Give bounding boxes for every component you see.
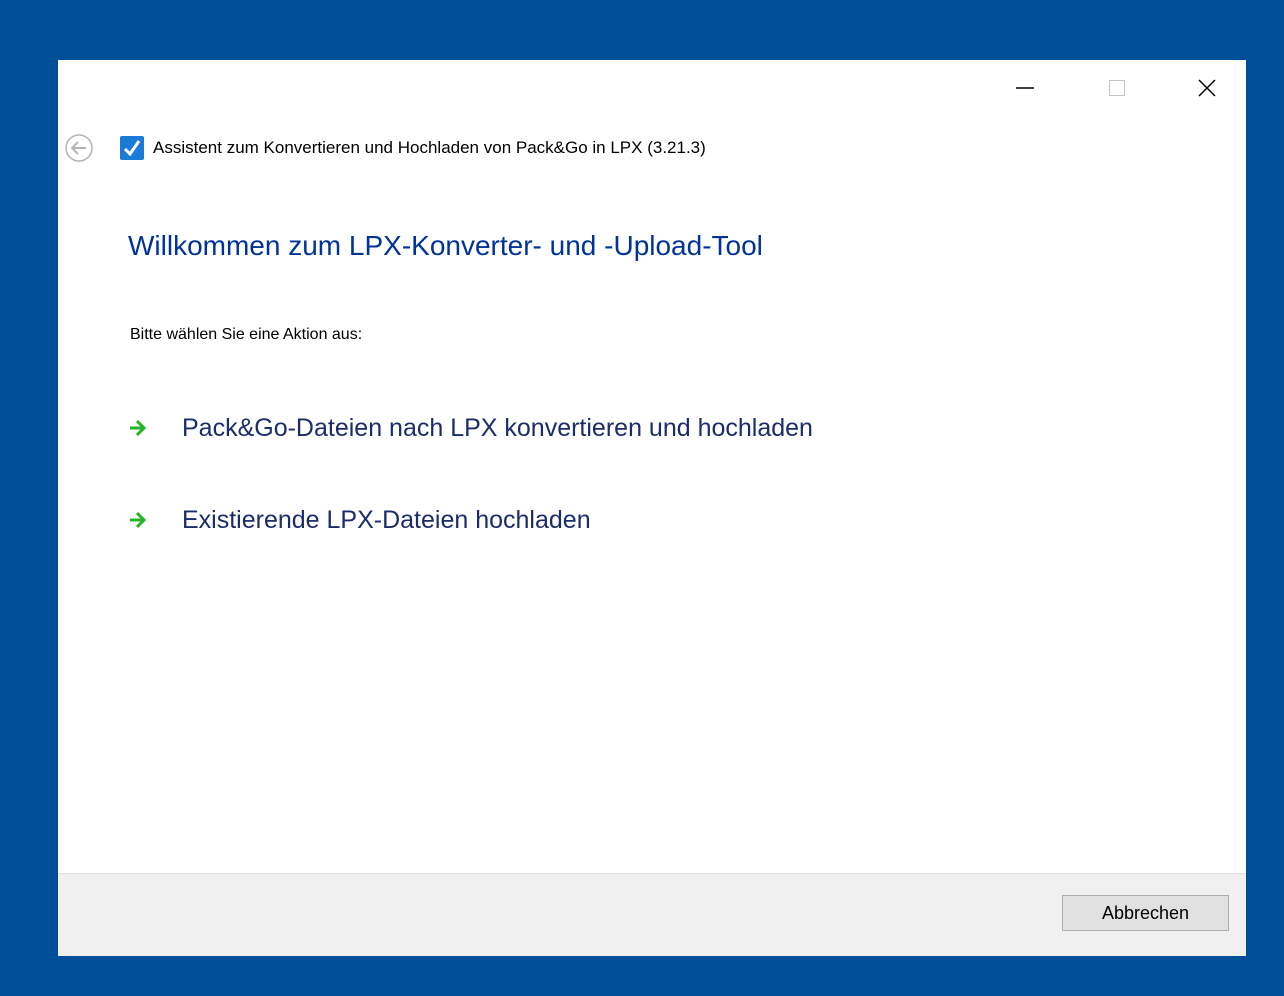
maximize-icon	[1109, 80, 1125, 96]
back-arrow-icon	[65, 134, 93, 162]
green-arrow-icon	[128, 508, 158, 532]
wizard-header: Assistent zum Konvertieren und Hochladen…	[62, 132, 706, 164]
instruction-text: Bitte wählen Sie eine Aktion aus:	[130, 326, 363, 343]
close-icon	[1198, 79, 1216, 97]
convert-and-upload-link[interactable]: Pack&Go-Dateien nach LPX konvertieren un…	[128, 408, 813, 448]
wizard-window: Assistent zum Konvertieren und Hochladen…	[58, 60, 1246, 956]
checkmark-icon	[120, 136, 144, 160]
page-title: Willkommen zum LPX-Konverter- und -Uploa…	[128, 230, 763, 261]
minimize-button[interactable]	[1002, 60, 1048, 116]
green-arrow-icon	[128, 416, 158, 440]
cancel-button[interactable]: Abbrechen	[1062, 895, 1229, 931]
upload-existing-link[interactable]: Existierende LPX-Dateien hochladen	[128, 500, 591, 540]
wizard-title: Assistent zum Konvertieren und Hochladen…	[153, 138, 706, 157]
minimize-icon	[1016, 87, 1034, 89]
maximize-button[interactable]	[1094, 60, 1140, 116]
command-link-label: Pack&Go-Dateien nach LPX konvertieren un…	[182, 413, 813, 442]
command-link-label: Existierende LPX-Dateien hochladen	[182, 505, 591, 534]
wizard-footer: Abbrechen	[58, 873, 1246, 956]
close-button[interactable]	[1184, 60, 1230, 116]
back-button[interactable]	[62, 131, 96, 165]
